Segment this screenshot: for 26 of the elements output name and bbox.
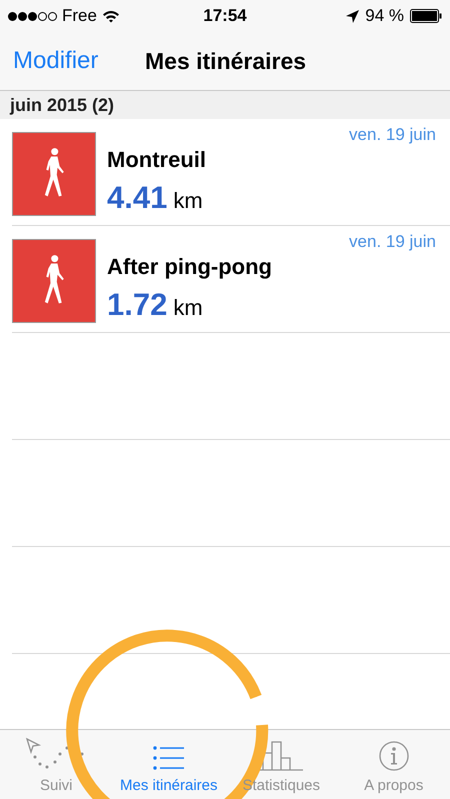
route-date: ven. 19 juin [349,231,436,253]
screen-title: Mes itinéraires [145,46,306,76]
carrier-name: Free [62,5,97,28]
edit-button[interactable]: Modifier [13,43,98,79]
walking-person-icon [12,239,96,323]
wifi-icon [102,10,120,22]
bar-chart-icon [259,740,304,770]
tab[interactable]: A propos [338,730,450,799]
walking-person-icon [12,132,96,216]
route-name: After ping-pong [107,253,272,281]
info-icon [378,740,409,770]
battery-percent: 94 % [365,5,404,28]
signal-icon [8,12,57,20]
distance-unit: km [173,187,203,215]
tab[interactable]: Mes itinéraires [112,730,225,799]
location-arrow-icon [346,10,360,22]
list-icon [152,744,185,770]
clock-time: 17:54 [203,5,247,28]
route-name: Montreuil [107,146,206,174]
distance-unit: km [173,294,203,322]
route-distance: 1.72 [107,286,168,324]
route-distance: 4.41 [107,179,168,217]
route-date: ven. 19 juin [349,124,436,146]
tab[interactable]: Suivi [0,730,112,799]
battery-icon [410,9,442,23]
section-header: juin 2015 (2) [0,91,450,119]
